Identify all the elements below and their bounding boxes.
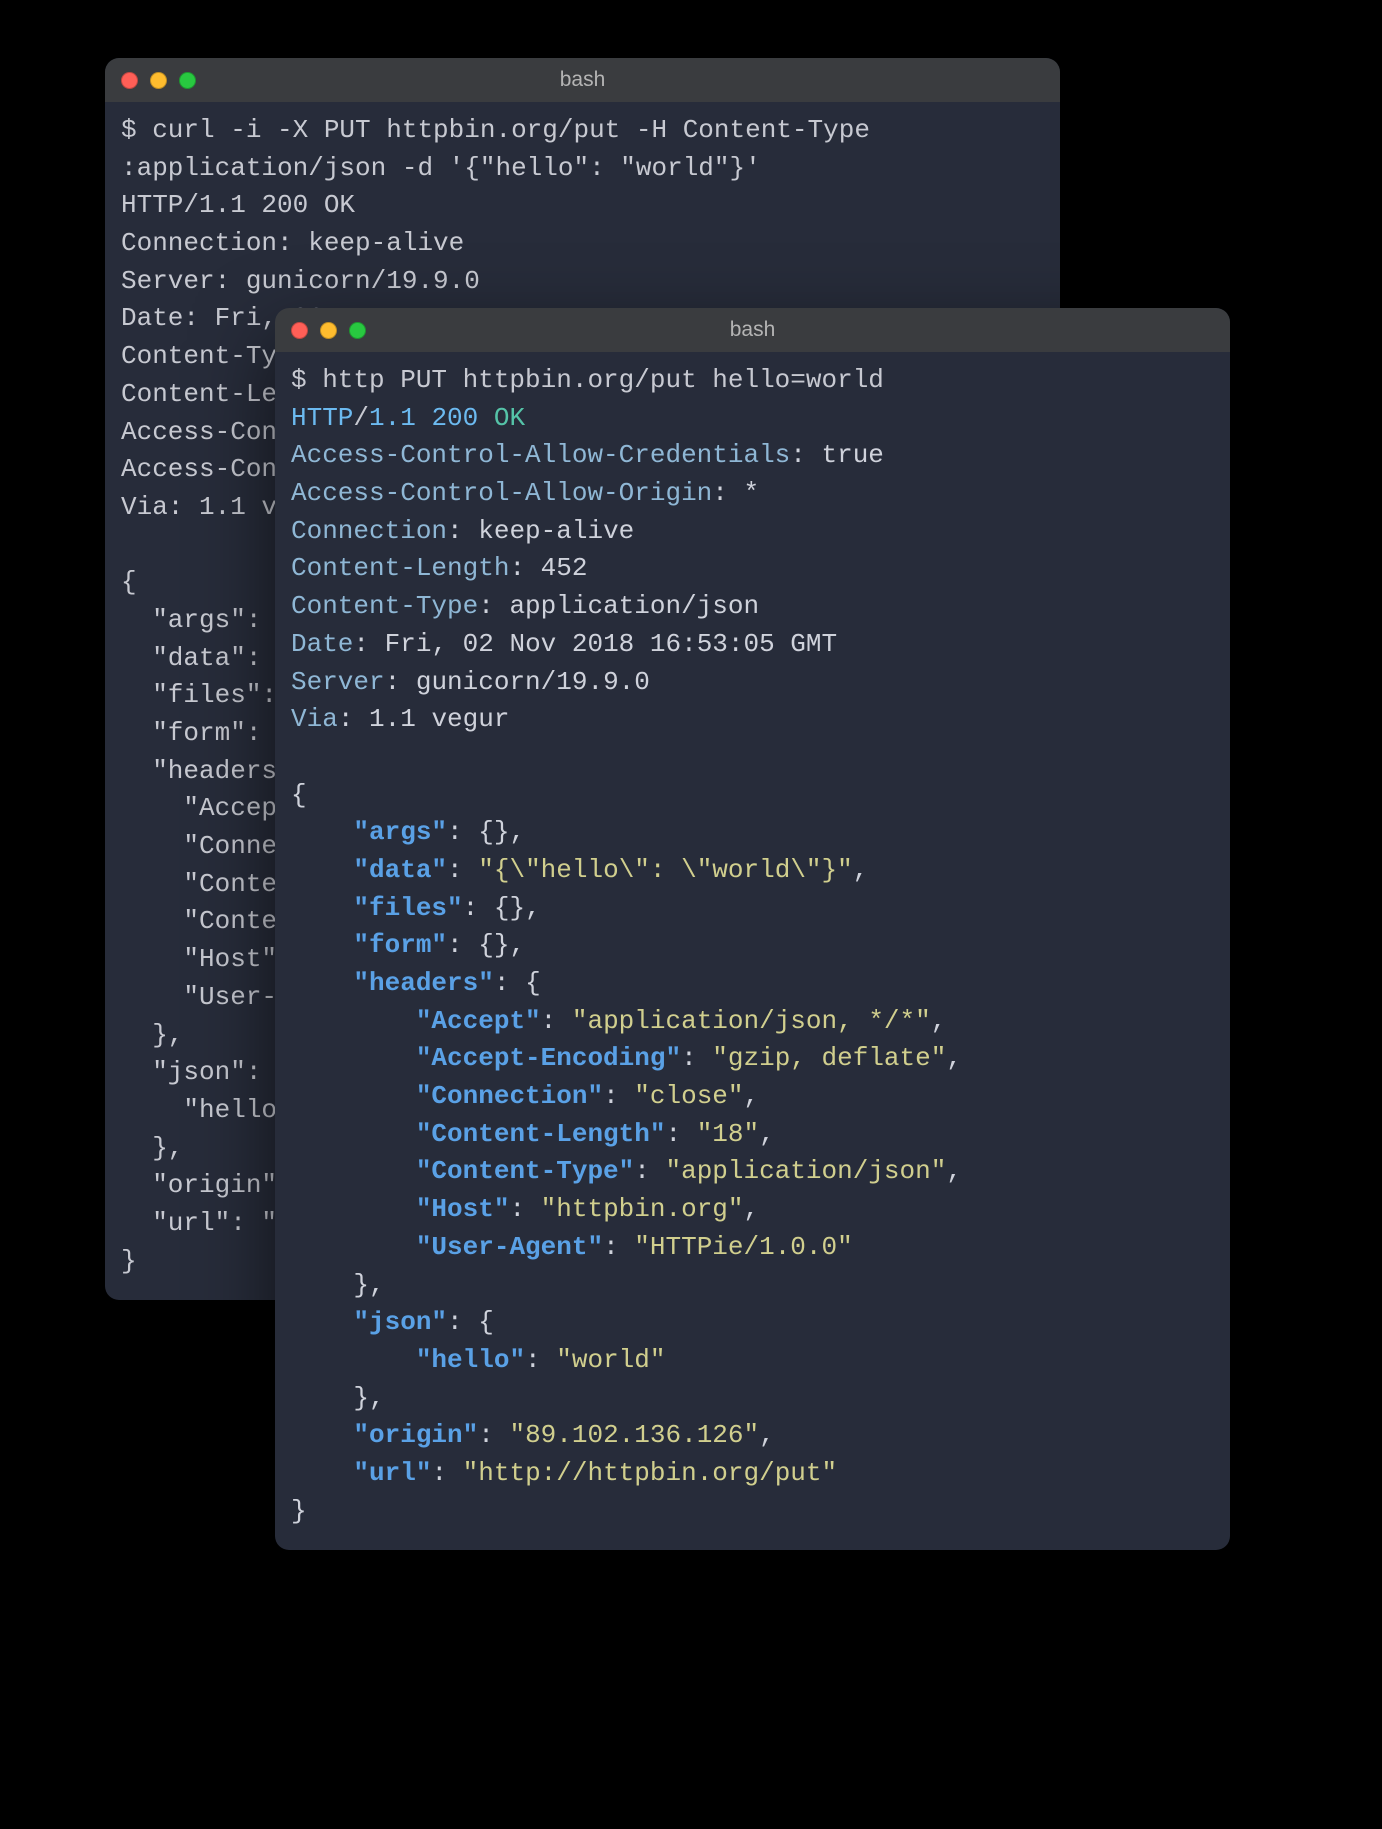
close-icon[interactable] — [121, 72, 138, 89]
json-key: "User-Agent" — [416, 1232, 603, 1262]
json-value: "http://httpbin.org/put" — [463, 1458, 837, 1488]
json-value: "application/json, */*" — [572, 1006, 931, 1036]
json-key: "Connection" — [416, 1081, 603, 1111]
status-code: 200 — [431, 403, 478, 433]
json-value: {} — [478, 930, 509, 960]
response-header: Via: 1.1 vegur — [291, 704, 509, 734]
titlebar[interactable]: bash — [275, 308, 1230, 352]
json-key: "Host" — [416, 1194, 510, 1224]
response-header: Access-Control-Allow-Credentials: true — [291, 440, 884, 470]
window-title: bash — [275, 318, 1230, 342]
json-value: "18" — [697, 1119, 759, 1149]
line: $ curl -i -X PUT httpbin.org/put -H Cont… — [121, 115, 870, 145]
response-header: Server: gunicorn/19.9.0 — [291, 667, 650, 697]
line: "json": { — [121, 1057, 293, 1087]
zoom-icon[interactable] — [179, 72, 196, 89]
status-line: HTTP/1.1 200 OK — [291, 403, 525, 433]
json-key: "form" — [353, 930, 447, 960]
json-key: "args" — [353, 817, 447, 847]
json-key: "Content-Length" — [416, 1119, 666, 1149]
json-key: "origin" — [353, 1420, 478, 1450]
response-header: Access-Control-Allow-Origin: * — [291, 478, 759, 508]
line: :application/json -d '{"hello": "world"}… — [121, 153, 761, 183]
minimize-icon[interactable] — [150, 72, 167, 89]
json-value: "close" — [634, 1081, 743, 1111]
json-value: "gzip, deflate" — [712, 1043, 946, 1073]
status-reason: OK — [494, 403, 525, 433]
line: { — [121, 567, 137, 597]
json-value: "httpbin.org" — [541, 1194, 744, 1224]
line: }, — [121, 1133, 183, 1163]
close-icon[interactable] — [291, 322, 308, 339]
terminal-window-httpie: bash $ http PUT httpbin.org/put hello=wo… — [275, 308, 1230, 1550]
zoom-icon[interactable] — [349, 322, 366, 339]
json-key: "Content-Type" — [416, 1156, 634, 1186]
json-key: "hello" — [416, 1345, 525, 1375]
line: Server: gunicorn/19.9.0 — [121, 266, 480, 296]
json-value: "{\"hello\": \"world\"}" — [478, 855, 852, 885]
minimize-icon[interactable] — [320, 322, 337, 339]
json-value: {} — [478, 817, 509, 847]
json-key: "files" — [353, 893, 462, 923]
response-header: Content-Type: application/json — [291, 591, 759, 621]
terminal-content[interactable]: $ http PUT httpbin.org/put hello=world H… — [275, 352, 1230, 1550]
line: }, — [121, 1020, 183, 1050]
command-line: $ http PUT httpbin.org/put hello=world — [291, 365, 884, 395]
line: } — [121, 1246, 137, 1276]
titlebar[interactable]: bash — [105, 58, 1060, 102]
json-value: "89.102.136.126" — [509, 1420, 759, 1450]
json-brace: { — [291, 780, 307, 810]
response-header: Content-Length: 452 — [291, 553, 587, 583]
json-key: "data" — [353, 855, 447, 885]
json-value: "HTTPie/1.0.0" — [634, 1232, 852, 1262]
json-value: "application/json" — [665, 1156, 946, 1186]
traffic-lights — [291, 322, 366, 339]
proto: HTTP — [291, 403, 353, 433]
line: Connection: keep-alive — [121, 228, 464, 258]
response-header: Connection: keep-alive — [291, 516, 634, 546]
line: HTTP/1.1 200 OK — [121, 190, 355, 220]
json-key: "Accept-Encoding" — [416, 1043, 681, 1073]
response-header: Date: Fri, 02 Nov 2018 16:53:05 GMT — [291, 629, 837, 659]
traffic-lights — [121, 72, 196, 89]
json-brace: } — [291, 1496, 307, 1526]
json-key: "Accept" — [416, 1006, 541, 1036]
json-key: "json" — [353, 1307, 447, 1337]
json-key: "url" — [353, 1458, 431, 1488]
json-key: "headers" — [353, 968, 493, 998]
json-value: {} — [494, 893, 525, 923]
http-version: 1.1 — [369, 403, 416, 433]
window-title: bash — [105, 68, 1060, 92]
json-value: "world" — [556, 1345, 665, 1375]
